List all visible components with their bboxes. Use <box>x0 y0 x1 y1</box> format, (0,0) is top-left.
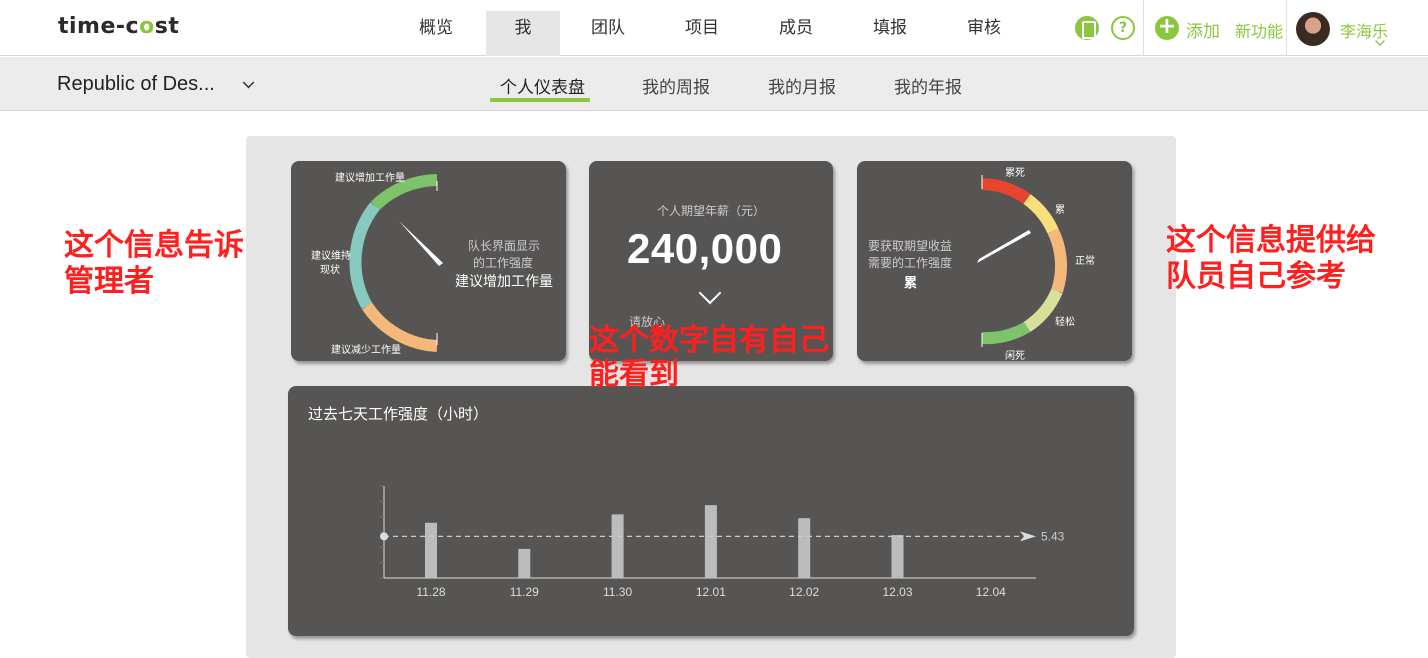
nav-overview[interactable]: 概览 <box>399 11 473 56</box>
self-intensity-gauge-card: 累死 累 正常 轻松 闲死 要获取期望收益 需要的工作强度 累 <box>857 161 1132 362</box>
x-tick-label: 12.03 <box>882 585 912 599</box>
x-tick-label: 12.01 <box>696 585 726 599</box>
average-line-start <box>380 532 388 541</box>
nav-review[interactable]: 审核 <box>947 11 1021 56</box>
gauge-caption-1: 队长界面显示 <box>468 239 541 253</box>
x-tick-label: 12.04 <box>976 585 1006 599</box>
user-avatar[interactable] <box>1296 12 1330 46</box>
chevron-down-icon[interactable] <box>242 76 255 89</box>
gauge-needle <box>399 221 443 266</box>
annotation-manager-line-1: 这个信息告诉 <box>64 228 244 263</box>
tab-weekly-report[interactable]: 我的周报 <box>642 73 710 98</box>
active-tab-indicator <box>490 98 590 102</box>
annotation-manager-line-2: 管理者 <box>64 264 154 299</box>
divider <box>1143 0 1144 56</box>
tab-personal-dashboard[interactable]: 个人仪表盘 <box>500 73 585 98</box>
bar-11.28 <box>425 522 437 578</box>
zone-idle <box>981 321 1031 345</box>
zone-label-idle: 闲死 <box>1005 351 1025 362</box>
divider <box>1286 0 1287 56</box>
nav-projects[interactable]: 项目 <box>665 11 739 56</box>
gauge-label-decrease: 建议减少工作量 <box>331 345 401 356</box>
logo-text-left: time- <box>58 14 126 39</box>
annotation-self-only: 这个数字自有自己 能看到 <box>589 324 829 392</box>
bar-12.03 <box>891 535 904 578</box>
zone-normal <box>1047 228 1068 293</box>
organization-selector[interactable]: Republic of Des... <box>57 73 215 96</box>
bar-12.02 <box>798 518 811 578</box>
logo-text-mid: c <box>125 14 140 39</box>
gauge-label-maintain-1: 建议维持 <box>311 251 351 262</box>
average-arrow-icon <box>1020 531 1036 542</box>
x-tick-label: 11.28 <box>416 585 445 599</box>
x-tick-label: 11.29 <box>510 585 539 599</box>
zone-tired <box>1023 194 1059 234</box>
zone-label-normal: 正常 <box>1075 256 1095 267</box>
gauge-arc-decrease <box>362 302 438 352</box>
nav-report[interactable]: 填报 <box>853 11 927 56</box>
app-logo[interactable]: time-cost <box>58 14 179 39</box>
gauge-arc-maintain <box>349 202 380 309</box>
annotation-manager: 这个信息告诉 管理者 <box>64 228 244 300</box>
gauge-label-maintain-2: 现状 <box>320 265 340 276</box>
tab-monthly-report[interactable]: 我的月报 <box>768 73 836 98</box>
gauge-value: 建议增加工作量 <box>455 274 553 290</box>
nav-team[interactable]: 团队 <box>571 11 645 56</box>
salary-value: 240,000 <box>627 225 783 272</box>
annotation-self-only-line-1: 这个数字自有自己 <box>589 323 829 358</box>
self-gauge-value: 累 <box>904 276 918 291</box>
bar-11.29 <box>518 548 531 578</box>
calculator-icon[interactable] <box>1075 16 1099 40</box>
nav-me[interactable]: 我 <box>486 11 560 56</box>
salary-title: 个人期望年薪（元） <box>657 204 766 218</box>
gauge-needle <box>977 230 1031 263</box>
zone-label-exhausted: 累死 <box>1005 168 1025 179</box>
zone-easy <box>1023 288 1063 333</box>
gauge-caption-2: 的工作强度 <box>473 256 534 270</box>
average-value-label: 5.43 <box>1041 529 1065 543</box>
new-features-link[interactable]: 新功能 <box>1235 18 1283 42</box>
gauge-label-increase: 建议增加工作量 <box>335 173 405 184</box>
bar-chart-svg: 11.28 11.29 11.30 12.01 12.02 12.03 12.04 5.43 <box>380 485 1065 599</box>
sub-navigation-bar: Republic of Des... 个人仪表盘 我的周报 我的月报 我的年报 <box>0 57 1428 111</box>
bar-11.30 <box>611 514 624 578</box>
zone-exhausted <box>981 178 1031 204</box>
tab-yearly-report[interactable]: 我的年报 <box>894 73 962 98</box>
add-button[interactable]: 添加 <box>1186 17 1220 42</box>
help-icon[interactable]: ? <box>1111 16 1135 40</box>
annotation-member: 这个信息提供给 队员自己参考 <box>1166 223 1376 295</box>
annotation-self-only-line-2: 能看到 <box>589 357 679 392</box>
logo-accent-dot: o <box>139 14 155 39</box>
zone-label-tired: 累 <box>1055 205 1065 216</box>
logo-text-right: st <box>154 14 180 39</box>
zone-label-easy: 轻松 <box>1055 317 1075 328</box>
annotation-member-line-2: 队员自己参考 <box>1166 259 1346 294</box>
bar-12.01 <box>704 505 717 578</box>
self-gauge-caption-2: 需要的工作强度 <box>868 256 953 270</box>
x-tick-label: 11.30 <box>603 585 632 599</box>
top-navigation-bar: time-cost 概览 我 团队 项目 成员 填报 审核 ? + 添加 新功能… <box>0 0 1428 56</box>
weekly-intensity-chart-card: 过去七天工作强度（小时） 11.28 11.29 11.30 12.01 12.02 12… <box>288 386 1134 636</box>
annotation-member-line-1: 这个信息提供给 <box>1166 223 1376 258</box>
self-gauge-caption-1: 要获取期望收益 <box>868 239 953 253</box>
x-tick-label: 12.02 <box>789 585 819 599</box>
nav-members[interactable]: 成员 <box>759 11 833 56</box>
chevron-down-icon[interactable] <box>698 281 722 305</box>
add-icon[interactable]: + <box>1155 16 1179 40</box>
team-intensity-gauge-card: 建议增加工作量 建议维持 现状 建议减少工作量 队长界面显示 的工作强度 建议增… <box>291 161 566 361</box>
